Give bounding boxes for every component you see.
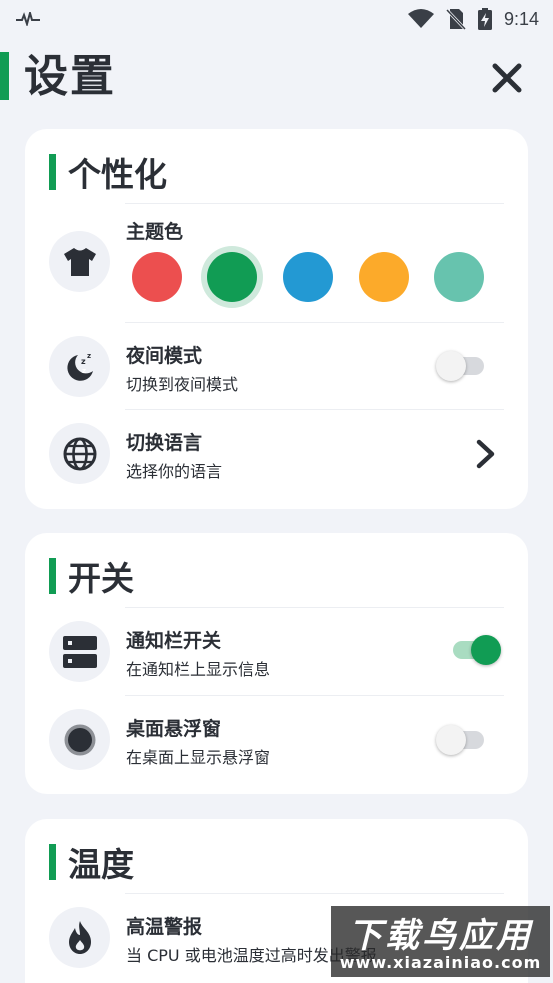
section-title: 温度: [68, 845, 134, 884]
switches-card: 开关 通知栏开关 在通知栏上显示信息 桌面悬浮窗 在桌面上显示悬浮窗: [25, 533, 528, 794]
battery-charging-icon: [477, 8, 492, 30]
notification-icon-circle: [49, 621, 110, 682]
theme-color-row: 主题色: [25, 204, 528, 322]
watermark-url: www.xiazainiao.com: [339, 953, 542, 972]
svg-text:z: z: [87, 352, 91, 360]
night-mode-title: 夜间模式: [126, 345, 203, 367]
notification-bar-toggle[interactable]: [449, 635, 501, 665]
night-mode-row[interactable]: z z z 夜间模式 切换到夜间模式: [25, 323, 528, 409]
section-accent-bar: [49, 558, 56, 594]
floating-window-subtitle: 在桌面上显示悬浮窗: [126, 748, 271, 767]
shirt-icon: [63, 247, 96, 276]
notification-bar-title: 通知栏开关: [126, 630, 222, 652]
theme-icon-circle: [49, 231, 110, 292]
floating-window-row[interactable]: 桌面悬浮窗 在桌面上显示悬浮窗: [25, 696, 528, 786]
high-temp-icon-circle: [49, 907, 110, 968]
server-icon: [62, 635, 97, 668]
svg-text:z: z: [81, 357, 86, 366]
floating-icon-circle: [49, 709, 110, 770]
status-icons: 9:14: [407, 8, 539, 30]
floating-dot-icon: [64, 724, 95, 755]
personalization-card: 个性化 主题色 z z z 夜间模式 切换到夜间模式 切换语言 选择你的语言: [25, 129, 528, 509]
swatch-green[interactable]: [207, 252, 257, 302]
flame-icon: [68, 920, 91, 954]
page-title: 设置: [24, 51, 116, 102]
close-button[interactable]: [486, 57, 528, 99]
globe-icon: [63, 437, 96, 470]
section-accent-bar: [49, 154, 56, 190]
section-header: 开关: [49, 557, 134, 598]
section-title: 开关: [68, 559, 134, 598]
section-header: 温度: [49, 843, 134, 884]
no-sim-icon: [445, 8, 466, 30]
activity-icon: [16, 12, 40, 26]
swatch-teal[interactable]: [434, 252, 484, 302]
close-icon: [492, 63, 522, 93]
watermark: 下载鸟应用 www.xiazainiao.com: [331, 906, 550, 977]
night-mode-icon-circle: z z z: [49, 336, 110, 397]
chevron-right-icon[interactable]: [474, 439, 498, 469]
language-icon-circle: [49, 423, 110, 484]
language-row[interactable]: 切换语言 选择你的语言: [25, 410, 528, 500]
high-temp-alert-title: 高温警报: [126, 916, 203, 938]
wifi-icon: [407, 9, 434, 28]
night-mode-toggle[interactable]: [436, 351, 488, 381]
night-mode-subtitle: 切换到夜间模式: [126, 375, 239, 394]
svg-text:z: z: [82, 367, 86, 375]
section-accent-bar: [49, 844, 56, 880]
floating-window-toggle[interactable]: [436, 725, 488, 755]
page-header: 设置: [0, 46, 553, 108]
section-header: 个性化: [49, 153, 167, 194]
section-title: 个性化: [68, 155, 167, 194]
swatch-blue[interactable]: [283, 252, 333, 302]
language-title: 切换语言: [126, 432, 203, 454]
swatch-red[interactable]: [132, 252, 182, 302]
floating-window-title: 桌面悬浮窗: [126, 718, 222, 740]
theme-color-title: 主题色: [126, 221, 184, 243]
status-time: 9:14: [503, 8, 539, 29]
watermark-logo-text: 下载鸟应用: [348, 916, 533, 956]
moon-sleep-icon: z z z: [66, 352, 93, 381]
language-subtitle: 选择你的语言: [126, 462, 223, 481]
header-accent-bar: [0, 52, 9, 100]
notification-bar-subtitle: 在通知栏上显示信息: [126, 660, 271, 679]
status-bar: 9:14: [0, 0, 553, 38]
notification-bar-row[interactable]: 通知栏开关 在通知栏上显示信息: [25, 608, 528, 695]
swatch-orange[interactable]: [359, 252, 409, 302]
